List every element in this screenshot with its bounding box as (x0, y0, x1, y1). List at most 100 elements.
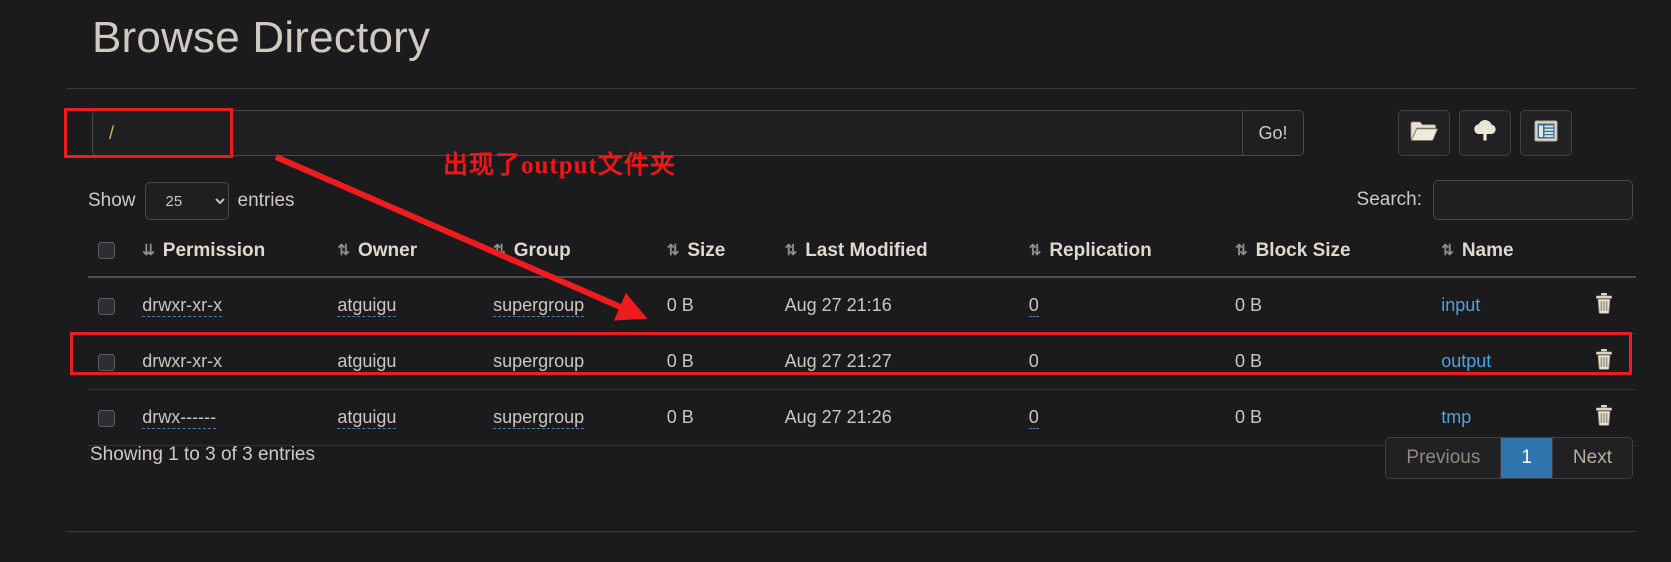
th-select-all[interactable] (88, 232, 133, 278)
entries-select[interactable]: 2550100 (144, 182, 229, 220)
pagination-previous[interactable]: Previous (1386, 438, 1502, 478)
sort-both-icon: ⇅ (666, 242, 680, 259)
row-select-cell[interactable] (88, 389, 133, 446)
file-name-link[interactable]: output (1441, 351, 1491, 371)
group-value[interactable]: supergroup (493, 295, 585, 317)
cell-group: supergroup (493, 333, 667, 390)
page-title: Browse Directory (92, 13, 431, 62)
file-name-link[interactable]: input (1441, 295, 1480, 315)
th-last-modified[interactable]: ⇅ Last Modified (784, 232, 1029, 278)
cell-last-modified: Aug 27 21:27 (784, 333, 1029, 390)
cell-delete (1572, 333, 1636, 390)
replication-value[interactable]: 0 (1028, 407, 1039, 429)
cell-delete (1572, 277, 1636, 334)
sort-desc-icon: ⇊ (142, 242, 155, 259)
cell-owner: atguigu (337, 389, 494, 446)
sort-both-icon: ⇅ (784, 242, 798, 259)
th-replication-label: Replication (1049, 240, 1152, 261)
file-name-link[interactable]: tmp (1441, 407, 1471, 427)
directory-table: ⇊ Permission ⇅ Owner ⇅ Group ⇅ Size ⇅ Last Mo… (88, 232, 1636, 446)
path-input[interactable] (92, 110, 1242, 156)
th-permission[interactable]: ⇊ Permission (132, 232, 338, 278)
sort-both-icon: ⇅ (1441, 242, 1454, 259)
pagination-page-1[interactable]: 1 (1501, 438, 1553, 478)
th-owner[interactable]: ⇅ Owner (337, 232, 494, 278)
th-size-label: Size (687, 240, 726, 261)
cell-size: 0 B (666, 333, 785, 390)
th-block-size-label: Block Size (1255, 240, 1351, 261)
pagination-next[interactable]: Next (1552, 438, 1632, 478)
cell-permission: drwx------ (132, 389, 338, 446)
table-row: drwxr-xr-x atguigu supergroup 0 B Aug 27 21:… (88, 333, 1636, 390)
owner-value[interactable]: atguigu (337, 351, 397, 373)
show-label: Show (88, 190, 136, 211)
th-size[interactable]: ⇅ Size (666, 232, 785, 278)
search-label: Search: (1356, 189, 1422, 210)
th-block-size[interactable]: ⇅ Block Size (1235, 232, 1442, 278)
cell-last-modified: Aug 27 21:26 (784, 389, 1029, 446)
go-button[interactable]: Go! (1242, 110, 1304, 156)
list-snapshot-icon (1534, 120, 1558, 147)
owner-value[interactable]: atguigu (337, 407, 397, 429)
row-checkbox[interactable] (98, 297, 115, 315)
table-header-row: ⇊ Permission ⇅ Owner ⇅ Group ⇅ Size ⇅ Last Mo… (88, 232, 1636, 278)
table-body: drwxr-xr-x atguigu supergroup 0 B Aug 27 21:… (88, 277, 1636, 446)
cell-last-modified: Aug 27 21:16 (784, 277, 1029, 334)
bottom-divider (66, 531, 1636, 532)
replication-value[interactable]: 0 (1028, 351, 1039, 373)
cell-permission: drwxr-xr-x (132, 333, 338, 390)
th-last-modified-label: Last Modified (805, 240, 928, 261)
permission-value[interactable]: drwxr-xr-x (142, 295, 223, 317)
browse-directory-page: Browse Directory Go! (0, 0, 1671, 562)
pagination: Previous 1 Next (1385, 437, 1633, 479)
upload-files-button[interactable] (1459, 110, 1511, 156)
cell-replication: 0 (1028, 277, 1235, 334)
cell-size: 0 B (666, 277, 785, 334)
delete-icon[interactable] (1594, 404, 1614, 431)
cell-block-size: 0 B (1235, 333, 1442, 390)
search-control: Search: (1357, 180, 1633, 220)
row-checkbox[interactable] (98, 353, 115, 371)
row-checkbox[interactable] (98, 409, 115, 427)
cell-group: supergroup (493, 389, 667, 446)
toolbar-icon-group (1398, 110, 1572, 156)
table-head: ⇊ Permission ⇅ Owner ⇅ Group ⇅ Size ⇅ Last Mo… (88, 232, 1636, 278)
showing-entries-text: Showing 1 to 3 of 3 entries (90, 444, 315, 465)
sort-both-icon: ⇅ (1235, 242, 1248, 259)
entries-control: Show 2550100 entries (88, 182, 304, 220)
owner-value[interactable]: atguigu (337, 295, 397, 317)
delete-icon[interactable] (1594, 292, 1614, 319)
path-toolbar: Go! (92, 110, 1304, 156)
cut-paste-button[interactable] (1520, 110, 1572, 156)
permission-value[interactable]: drwx------ (142, 407, 217, 429)
th-delete (1572, 232, 1636, 278)
cell-owner: atguigu (337, 277, 494, 334)
cell-block-size: 0 B (1235, 277, 1442, 334)
cell-replication: 0 (1028, 389, 1235, 446)
th-replication[interactable]: ⇅ Replication (1028, 232, 1235, 278)
cell-size: 0 B (666, 389, 785, 446)
cell-owner: atguigu (337, 333, 494, 390)
th-name[interactable]: ⇅ Name (1441, 232, 1573, 278)
top-divider (66, 88, 1636, 89)
group-value[interactable]: supergroup (493, 351, 585, 373)
open-folder-icon (1410, 120, 1438, 147)
search-input[interactable] (1433, 180, 1633, 220)
cloud-upload-icon (1471, 119, 1499, 148)
group-value[interactable]: supergroup (493, 407, 585, 429)
cell-group: supergroup (493, 277, 667, 334)
sort-both-icon: ⇅ (337, 242, 350, 259)
cell-name: output (1441, 333, 1573, 390)
th-group[interactable]: ⇅ Group (493, 232, 667, 278)
row-select-cell[interactable] (88, 333, 133, 390)
row-select-cell[interactable] (88, 277, 133, 334)
cell-permission: drwxr-xr-x (132, 277, 338, 334)
permission-value[interactable]: drwxr-xr-x (142, 351, 223, 373)
replication-value[interactable]: 0 (1028, 295, 1039, 317)
delete-icon[interactable] (1594, 348, 1614, 375)
sort-both-icon: ⇅ (1028, 242, 1042, 259)
th-owner-label: Owner (357, 240, 418, 261)
th-name-label: Name (1461, 240, 1514, 261)
create-directory-button[interactable] (1398, 110, 1450, 156)
select-all-checkbox[interactable] (98, 242, 115, 260)
